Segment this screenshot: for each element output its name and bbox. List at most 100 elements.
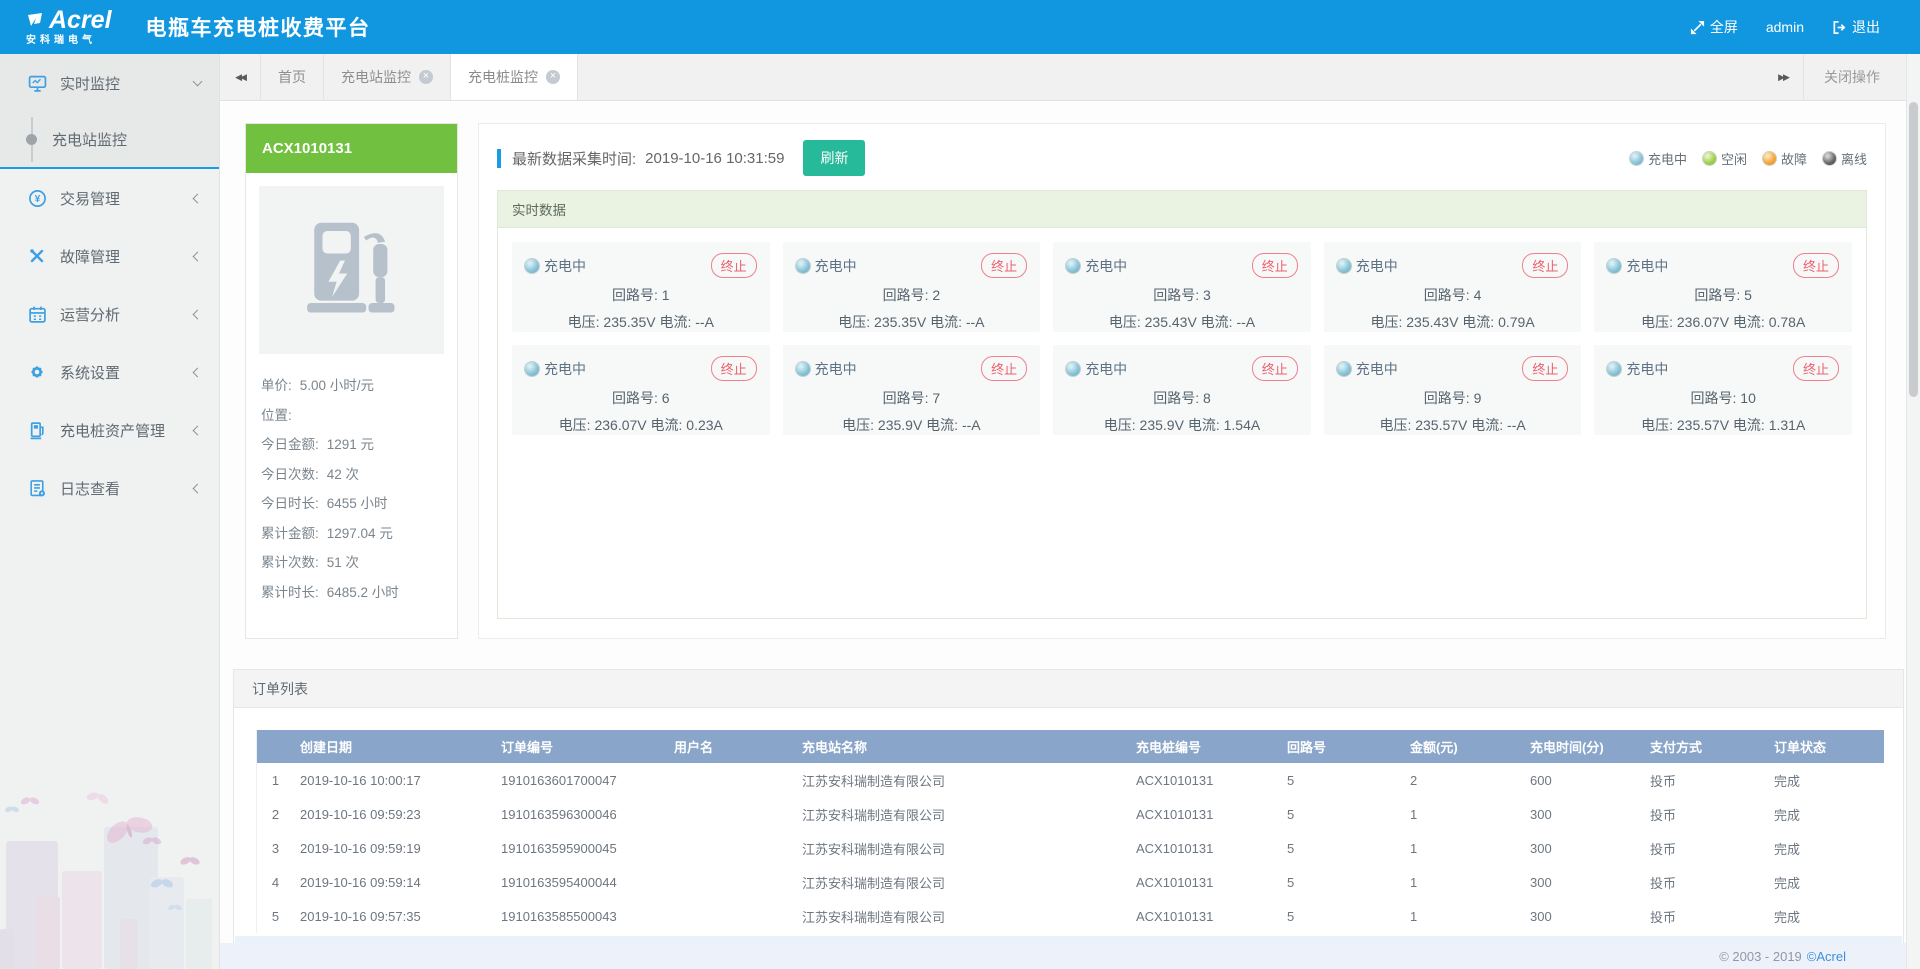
tab-2[interactable]: 充电桩监控× <box>451 54 578 100</box>
circuit-number: 回路号: 6 <box>525 388 757 408</box>
tab-bar: ◀◀ 首页充电站监控×充电桩监控× ▶▶ 关闭操作 <box>220 54 1920 101</box>
terminate-button[interactable]: 终止 <box>711 253 757 278</box>
orders-table: 创建日期 订单编号 用户名 充电站名称 充电桩编号 回路号 金额(元) 充电时间… <box>256 730 1881 933</box>
sidebar-item-logs[interactable]: 日志查看 <box>0 459 219 517</box>
operation-analysis-icon <box>27 304 47 324</box>
tab-0[interactable]: 首页 <box>260 54 324 100</box>
sidebar-item-settings[interactable]: 系统设置 <box>0 343 219 401</box>
terminate-button[interactable]: 终止 <box>1522 356 1568 381</box>
column-header: 回路号 <box>1281 730 1404 763</box>
terminate-button[interactable]: 终止 <box>1793 253 1839 278</box>
page-scrollbar[interactable] <box>1906 54 1920 969</box>
circuit-card: 充电中终止回路号: 1电压: 235.35V 电流: --A <box>512 242 770 332</box>
tab-label: 充电站监控 <box>341 67 411 87</box>
table-row: 12019-10-16 10:00:171910163601700047江苏安科… <box>257 763 1884 797</box>
brand-link[interactable]: ©Acrel <box>1807 949 1846 964</box>
realtime-monitor-icon <box>27 73 47 93</box>
table-row: 52019-10-16 09:57:351910163585500043江苏安科… <box>257 899 1884 933</box>
circuit-card: 充电中终止回路号: 7电压: 235.9V 电流: --A <box>783 345 1041 435</box>
tabs-scroll-right-button[interactable]: ▶▶ <box>1763 54 1803 100</box>
chevron-down-icon <box>193 77 203 87</box>
refresh-button[interactable]: 刷新 <box>803 140 865 176</box>
tab-close-icon[interactable]: × <box>546 70 560 84</box>
fault-icon <box>27 246 47 266</box>
circuit-card: 充电中终止回路号: 5电压: 236.07V 电流: 0.78A <box>1594 242 1852 332</box>
circuit-card: 充电中终止回路号: 2电压: 235.35V 电流: --A <box>783 242 1041 332</box>
stat-value: 42 次 <box>327 460 359 490</box>
terminate-button[interactable]: 终止 <box>981 253 1027 278</box>
table-cell: 投币 <box>1644 797 1768 831</box>
user-menu[interactable]: admin <box>1766 19 1804 35</box>
orders-panel: 订单列表 创建日期 订单编号 用户名 充电站名称 充电桩编号 回 <box>233 669 1904 945</box>
circuit-number: 回路号: 9 <box>1337 388 1569 408</box>
sidebar-item-station-monitor[interactable]: 充电站监控 <box>0 112 219 167</box>
terminate-button[interactable]: 终止 <box>1522 253 1568 278</box>
stat-row: 累计次数:51 次 <box>261 548 442 578</box>
circuit-card-top: 充电中终止 <box>1066 356 1298 381</box>
next-row-stripe <box>235 936 1902 943</box>
table-cell: ACX1010131 <box>1130 831 1281 865</box>
table-cell: 2019-10-16 10:00:17 <box>294 763 495 797</box>
sidebar-item-label: 故障管理 <box>60 246 120 267</box>
table-cell: 江苏安科瑞制造有限公司 <box>796 865 1130 899</box>
table-cell: 完成 <box>1768 899 1884 933</box>
table-cell <box>668 831 796 865</box>
tab-close-icon[interactable]: × <box>419 70 433 84</box>
table-cell: ACX1010131 <box>1130 797 1281 831</box>
copyright-text: © 2003 - 2019 <box>1719 949 1802 964</box>
table-row: 42019-10-16 09:59:141910163595400044江苏安科… <box>257 865 1884 899</box>
sidebar-item-realtime-monitor[interactable]: 实时监控 <box>0 54 219 112</box>
station-icon-box <box>259 186 444 354</box>
fullscreen-button[interactable]: 全屏 <box>1690 17 1738 37</box>
stat-label: 今日次数: <box>261 460 319 490</box>
accent-bar <box>497 149 501 168</box>
scrollbar-thumb[interactable] <box>1909 102 1918 397</box>
fault-status-icon <box>1763 152 1776 165</box>
table-cell: 1910163596300046 <box>495 797 668 831</box>
table-cell: 5 <box>257 899 294 933</box>
circuit-metrics: 电压: 236.07V 电流: 0.23A <box>525 415 757 435</box>
sidebar-item-pile-assets[interactable]: 充电桩资产管理 <box>0 401 219 459</box>
circuit-number: 回路号: 1 <box>525 285 757 305</box>
circuit-card: 充电中终止回路号: 10电压: 235.57V 电流: 1.31A <box>1594 345 1852 435</box>
column-header: 充电站名称 <box>796 730 1130 763</box>
circuit-card: 充电中终止回路号: 6电压: 236.07V 电流: 0.23A <box>512 345 770 435</box>
chevron-left-icon <box>193 425 203 435</box>
logout-button[interactable]: 退出 <box>1832 17 1880 37</box>
stat-value: 51 次 <box>327 548 359 578</box>
sidebar-item-fault[interactable]: 故障管理 <box>0 227 219 285</box>
circuit-metrics: 电压: 235.9V 电流: --A <box>796 415 1028 435</box>
table-row: 22019-10-16 09:59:231910163596300046江苏安科… <box>257 797 1884 831</box>
circuit-status-label: 充电中 <box>1626 359 1668 379</box>
system-settings-icon <box>27 362 47 382</box>
circuit-status-label: 充电中 <box>544 256 586 276</box>
table-cell: 2 <box>1404 763 1524 797</box>
orders-panel-title: 订单列表 <box>234 670 1903 708</box>
charging-status-icon <box>525 259 539 273</box>
fullscreen-icon <box>1690 20 1705 35</box>
svg-text:¥: ¥ <box>34 194 40 205</box>
terminate-button[interactable]: 终止 <box>1252 253 1298 278</box>
terminate-button[interactable]: 终止 <box>1793 356 1839 381</box>
table-cell: 完成 <box>1768 865 1884 899</box>
circuit-number: 回路号: 8 <box>1066 388 1298 408</box>
circuit-card-top: 充电中终止 <box>1607 253 1839 278</box>
table-cell: 完成 <box>1768 797 1884 831</box>
terminate-button[interactable]: 终止 <box>1252 356 1298 381</box>
close-operations-button[interactable]: 关闭操作 <box>1803 54 1906 100</box>
circuit-number: 回路号: 4 <box>1337 285 1569 305</box>
circuit-metrics: 电压: 235.57V 电流: 1.31A <box>1607 415 1839 435</box>
circuit-metrics: 电压: 235.43V 电流: 0.79A <box>1337 312 1569 332</box>
charging-status-icon <box>1066 259 1080 273</box>
sidebar-item-transaction[interactable]: ¥ 交易管理 <box>0 169 219 227</box>
logo-text: Acrel <box>49 8 112 33</box>
tab-label: 首页 <box>278 67 306 87</box>
tab-1[interactable]: 充电站监控 × <box>324 54 451 100</box>
sidebar-item-analysis[interactable]: 运营分析 <box>0 285 219 343</box>
table-cell: 1 <box>257 763 294 797</box>
terminate-button[interactable]: 终止 <box>981 356 1027 381</box>
stat-row: 累计金额:1297.04 元 <box>261 519 442 549</box>
tabs-scroll-left-button[interactable]: ◀◀ <box>220 54 260 100</box>
table-cell <box>668 763 796 797</box>
terminate-button[interactable]: 终止 <box>711 356 757 381</box>
